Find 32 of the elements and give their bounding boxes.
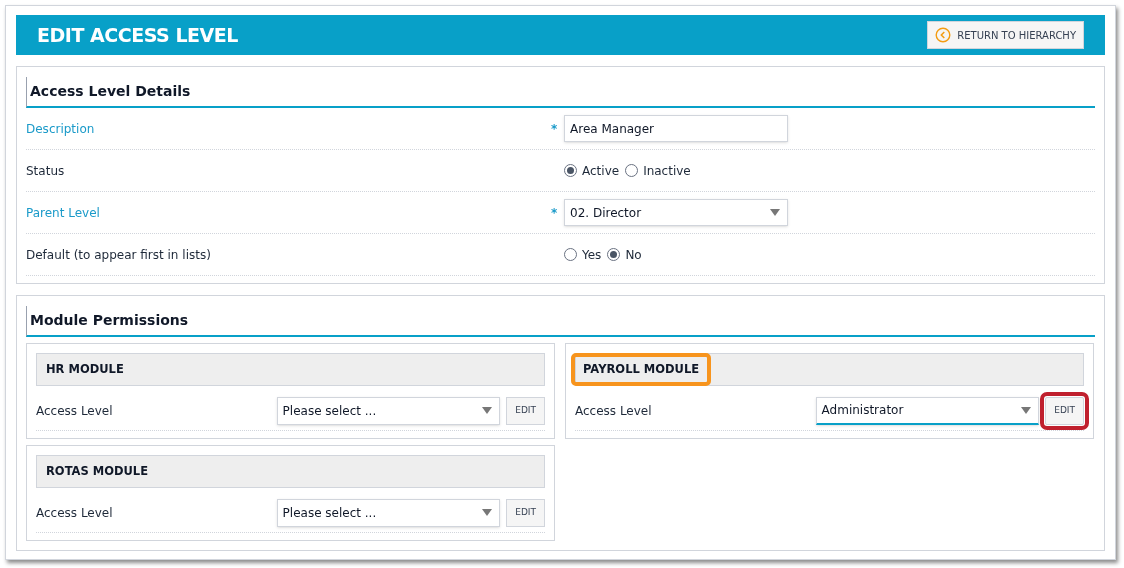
- return-button[interactable]: RETURN TO HIERARCHY: [927, 21, 1084, 49]
- dropdown-arrow-icon: [770, 209, 780, 216]
- field-label: Access Level: [36, 402, 114, 420]
- edit-button[interactable]: EDIT: [506, 396, 545, 425]
- edit-button[interactable]: EDIT: [506, 498, 545, 527]
- radio-option[interactable]: Active: [564, 161, 620, 180]
- required-asterisk: *: [551, 205, 558, 220]
- field-label: Access Level: [36, 504, 114, 522]
- radio-option[interactable]: Yes: [564, 245, 602, 264]
- field-label: Access Level: [575, 402, 653, 420]
- select-field[interactable]: Please select ...: [276, 396, 501, 425]
- module-title: ROTAS MODULE: [45, 462, 150, 480]
- dropdown-arrow-icon: [482, 407, 493, 414]
- module-title: PAYROLL MODULE: [571, 352, 712, 387]
- text-field[interactable]: Area Manager: [564, 115, 788, 142]
- section-heading: Access Level Details: [30, 82, 191, 101]
- module-title: HR MODULE: [45, 360, 125, 378]
- page-title: EDIT ACCESS LEVEL: [37, 22, 238, 48]
- select-field[interactable]: 02. Director: [564, 199, 788, 226]
- field-label: Description: [26, 120, 96, 138]
- back-icon: [935, 27, 952, 43]
- section-heading: Module Permissions: [30, 311, 189, 330]
- radio-option[interactable]: Inactive: [625, 161, 691, 180]
- field-label: Parent Level: [26, 204, 101, 222]
- dropdown-arrow-icon: [1021, 406, 1032, 414]
- dropdown-arrow-icon: [482, 509, 493, 516]
- required-asterisk: *: [551, 121, 558, 136]
- radio-option[interactable]: No: [607, 245, 642, 264]
- select-field[interactable]: Administrator: [815, 396, 1040, 425]
- field-label: Status: [26, 162, 66, 180]
- field-label: Default (to appear first in lists): [26, 246, 212, 264]
- select-field[interactable]: Please select ...: [276, 498, 501, 527]
